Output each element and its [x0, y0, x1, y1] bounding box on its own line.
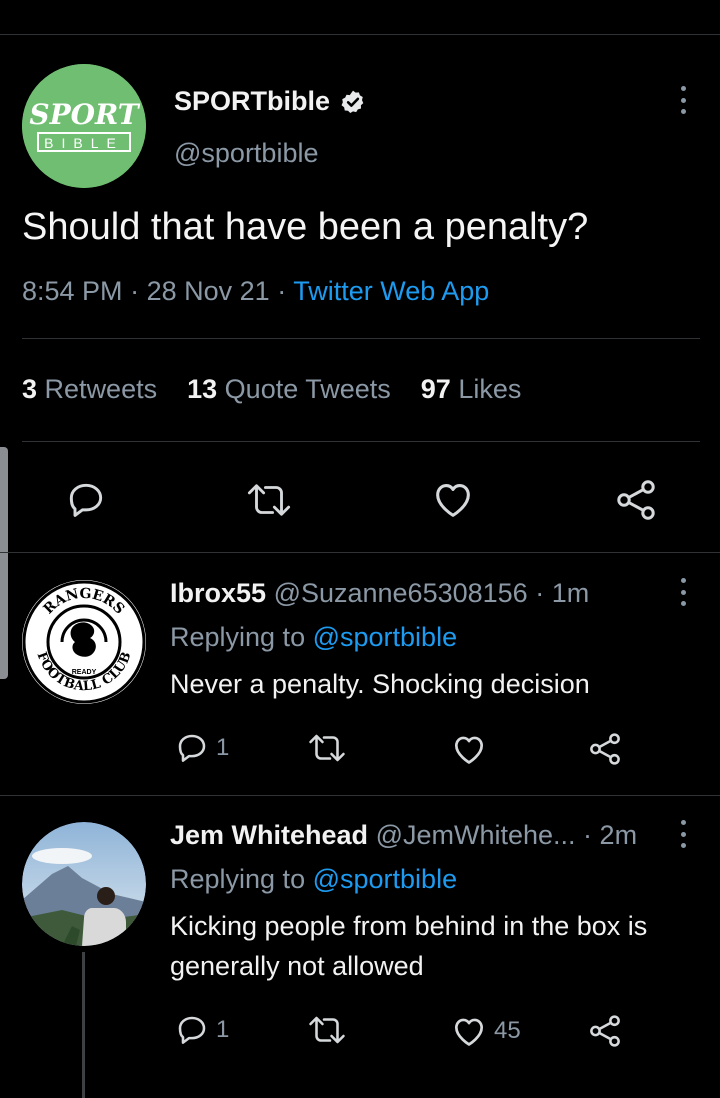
reply-author-handle[interactable]: @Suzanne65308156 [274, 578, 528, 608]
more-options-icon[interactable] [680, 820, 686, 848]
more-options-icon[interactable] [680, 578, 686, 606]
like-icon[interactable] [430, 476, 476, 522]
divider [0, 795, 720, 796]
reply-header: Jem Whitehead @JemWhitehe... · 2m [170, 820, 638, 850]
reply-icon [178, 1016, 206, 1044]
replying-to-link[interactable]: @sportbible [313, 864, 457, 894]
sportbible-logo: SPORT BIBLE [22, 64, 146, 188]
reply-action-bar: 1 [0, 728, 720, 772]
author-name[interactable]: SPORTbible [174, 86, 366, 117]
like-button[interactable] [450, 730, 494, 768]
share-button[interactable] [586, 1012, 624, 1050]
tweet-date: 28 Nov 21 [146, 276, 270, 306]
avatar[interactable]: SPORT BIBLE [22, 64, 146, 188]
retweet-icon[interactable] [244, 478, 294, 522]
likes-count: 97 [420, 374, 451, 404]
tweet-action-bar [0, 472, 720, 526]
reply-text: Kicking people from behind in the box is… [170, 911, 648, 981]
quote-tweets-label: Quote Tweets [224, 374, 391, 404]
reply-count: 1 [216, 734, 230, 761]
replying-to-link[interactable]: @sportbible [313, 622, 457, 652]
top-divider [0, 34, 720, 35]
likes-label: Likes [458, 374, 522, 404]
rangers-crest-logo: RANGERS FOOTBALL CLUB READY [22, 580, 146, 704]
author-handle[interactable]: @sportbible [174, 138, 318, 169]
retweet-button[interactable] [306, 1012, 348, 1048]
retweets-label: Retweets [44, 374, 158, 404]
tweet-time: 8:54 PM [22, 276, 123, 306]
display-name[interactable]: SPORTbible [174, 86, 330, 117]
quote-tweets-count: 13 [187, 374, 218, 404]
profile-photo-image [22, 822, 146, 946]
reply-author-name[interactable]: Jem Whitehead [170, 820, 368, 850]
retweets-stat[interactable]: 3 Retweets [22, 374, 157, 405]
replying-to-line: Replying to @sportbible [170, 864, 457, 895]
share-icon[interactable] [612, 476, 660, 524]
reply-time: 2m [599, 820, 638, 850]
engagement-stats: 3 Retweets 13 Quote Tweets 97 Likes [22, 374, 521, 405]
reply-button[interactable]: 1 [174, 1012, 229, 1048]
reply-header: Ibrox55 @Suzanne65308156 · 1m [170, 578, 590, 608]
share-icon [590, 733, 620, 765]
reply-count: 1 [216, 1016, 230, 1043]
like-button[interactable]: 45 [450, 1012, 521, 1050]
avatar[interactable]: RANGERS FOOTBALL CLUB READY [22, 580, 146, 704]
likes-stat[interactable]: 97 Likes [421, 374, 522, 405]
like-icon [454, 736, 484, 764]
share-icon [590, 1015, 620, 1047]
reply-author-name[interactable]: Ibrox55 [170, 578, 266, 608]
share-button[interactable] [586, 730, 624, 768]
replying-to-line: Replying to @sportbible [170, 622, 457, 653]
like-count: 45 [494, 1017, 521, 1044]
divider [22, 441, 700, 442]
tweet-source-link[interactable]: Twitter Web App [293, 276, 489, 306]
quote-tweets-stat[interactable]: 13 Quote Tweets [187, 374, 391, 405]
reply-time: 1m [551, 578, 590, 608]
reply-icon[interactable] [64, 478, 108, 522]
reply-action-bar: 1 45 [0, 1010, 720, 1054]
divider [22, 338, 700, 339]
reply-author-handle[interactable]: @JemWhitehe... [376, 820, 576, 850]
retweet-button[interactable] [306, 730, 348, 766]
reply-icon [178, 734, 206, 762]
avatar[interactable] [22, 822, 146, 946]
crest-motto: READY [72, 669, 97, 676]
tweet-text: Should that have been a penalty? [22, 206, 589, 248]
more-options-icon[interactable] [680, 86, 686, 114]
reply-button[interactable]: 1 [174, 730, 229, 766]
reply-text: Never a penalty. Shocking decision [170, 669, 590, 699]
replying-to-label: Replying to [170, 622, 306, 652]
tweet-metadata: 8:54 PM · 28 Nov 21 · Twitter Web App [22, 276, 490, 306]
divider [0, 552, 720, 553]
retweet-icon [309, 1016, 345, 1044]
like-icon [454, 1018, 484, 1046]
replying-to-label: Replying to [170, 864, 306, 894]
svg-text:SPORT: SPORT [29, 98, 140, 131]
svg-text:BIBLE: BIBLE [44, 135, 124, 151]
retweets-count: 3 [22, 374, 38, 404]
verified-badge-icon [341, 90, 364, 113]
retweet-icon [309, 734, 345, 762]
